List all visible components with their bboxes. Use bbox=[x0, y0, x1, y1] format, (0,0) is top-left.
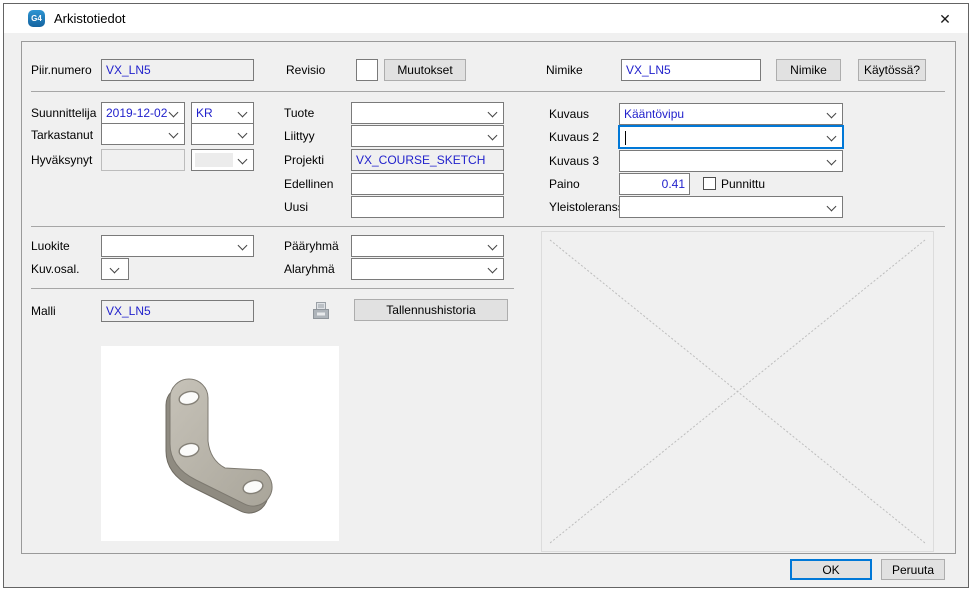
tarkastanut-label: Tarkastanut bbox=[31, 124, 93, 146]
chevron-down-icon bbox=[238, 129, 248, 139]
tuote-label: Tuote bbox=[284, 102, 314, 124]
uusi-field[interactable] bbox=[351, 196, 504, 218]
muutokset-button[interactable]: Muutokset bbox=[384, 59, 466, 81]
cancel-button[interactable]: Peruuta bbox=[881, 559, 945, 580]
text-caret bbox=[625, 131, 626, 145]
chevron-down-icon bbox=[488, 241, 498, 251]
kuv-osal-combo[interactable] bbox=[101, 258, 129, 280]
edellinen-field[interactable] bbox=[351, 173, 504, 195]
chevron-down-icon bbox=[488, 108, 498, 118]
chevron-down-icon bbox=[827, 156, 837, 166]
dialog-title: Arkistotiedot bbox=[54, 11, 126, 26]
suunnittelija-date-combo[interactable]: 2019-12-02 bbox=[101, 102, 185, 124]
projekti-field[interactable]: VX_COURSE_SKETCH bbox=[351, 149, 504, 171]
edellinen-label: Edellinen bbox=[284, 173, 333, 195]
paaryhma-label: Pääryhmä bbox=[284, 235, 339, 257]
alaryhma-combo[interactable] bbox=[351, 258, 504, 280]
disabled-inset bbox=[195, 153, 233, 167]
kuvaus3-label: Kuvaus 3 bbox=[549, 150, 599, 172]
punnittu-checkbox[interactable] bbox=[703, 177, 716, 190]
paino-label: Paino bbox=[549, 173, 580, 195]
nimike-button[interactable]: Nimike bbox=[776, 59, 841, 81]
chevron-down-icon bbox=[827, 132, 837, 142]
uusi-label: Uusi bbox=[284, 196, 308, 218]
kaytossa-button[interactable]: Käytössä? bbox=[858, 59, 926, 81]
nimike-label: Nimike bbox=[546, 59, 583, 81]
chevron-down-icon bbox=[238, 155, 248, 165]
tallennushistoria-button[interactable]: Tallennushistoria bbox=[354, 299, 508, 321]
paino-field[interactable]: 0.41 bbox=[619, 173, 690, 195]
malli-field[interactable]: VX_LN5 bbox=[101, 300, 254, 322]
g4-app-icon: G4 bbox=[28, 10, 45, 27]
tuote-combo[interactable] bbox=[351, 102, 504, 124]
kuvaus-combo[interactable]: Kääntövipu bbox=[619, 103, 843, 125]
chevron-down-icon bbox=[110, 264, 120, 274]
yleistoleranssi-label: Yleistoleranssi bbox=[549, 196, 626, 218]
chevron-down-icon bbox=[488, 264, 498, 274]
hyvaksynyt-date-field bbox=[101, 149, 185, 171]
dialog-window: G4 Arkistotiedot ✕ Piir.numero VX_LN5 Re… bbox=[3, 3, 969, 588]
chevron-down-icon bbox=[827, 202, 837, 212]
luokite-label: Luokite bbox=[31, 235, 70, 257]
luokite-combo[interactable] bbox=[101, 235, 254, 257]
liittyy-label: Liittyy bbox=[284, 125, 315, 147]
printer-icon bbox=[312, 301, 330, 321]
ok-button[interactable]: OK bbox=[790, 559, 872, 580]
separator bbox=[31, 91, 945, 92]
kuvaus2-combo[interactable] bbox=[618, 125, 844, 149]
yleistoleranssi-combo[interactable] bbox=[619, 196, 843, 218]
kuvaus3-combo[interactable] bbox=[619, 150, 843, 172]
chevron-down-icon bbox=[238, 241, 248, 251]
revisio-label: Revisio bbox=[286, 59, 325, 81]
nimike-field[interactable]: VX_LN5 bbox=[621, 59, 761, 81]
tarkastanut-date-combo[interactable] bbox=[101, 123, 185, 145]
projekti-label: Projekti bbox=[284, 149, 324, 171]
titlebar: G4 Arkistotiedot ✕ bbox=[4, 4, 968, 33]
kuvaus-label: Kuvaus bbox=[549, 103, 589, 125]
punnittu-label: Punnittu bbox=[721, 173, 765, 195]
kuvaus2-label: Kuvaus 2 bbox=[549, 126, 599, 148]
tarkastanut-initials-combo[interactable] bbox=[191, 123, 254, 145]
piir-numero-field[interactable]: VX_LN5 bbox=[101, 59, 254, 81]
empty-preview-placeholder bbox=[541, 231, 934, 552]
chevron-down-icon bbox=[169, 129, 179, 139]
hyvaksynyt-initials-combo bbox=[191, 149, 254, 171]
revisio-field[interactable] bbox=[356, 59, 378, 81]
hyvaksynyt-label: Hyväksynyt bbox=[31, 149, 92, 171]
suunnittelija-initials-combo[interactable]: KR bbox=[191, 102, 254, 124]
alaryhma-label: Alaryhmä bbox=[284, 258, 335, 280]
separator bbox=[31, 226, 945, 227]
chevron-down-icon bbox=[488, 131, 498, 141]
kuv-osal-label: Kuv.osal. bbox=[31, 258, 79, 280]
kuvaus-value: Kääntövipu bbox=[620, 104, 842, 124]
close-icon[interactable]: ✕ bbox=[934, 8, 956, 30]
piir-numero-label: Piir.numero bbox=[31, 59, 92, 81]
paaryhma-combo[interactable] bbox=[351, 235, 504, 257]
liittyy-combo[interactable] bbox=[351, 125, 504, 147]
separator bbox=[31, 288, 514, 289]
suunnittelija-label: Suunnittelija bbox=[31, 102, 96, 124]
malli-label: Malli bbox=[31, 300, 56, 322]
part-preview-image bbox=[101, 346, 339, 541]
